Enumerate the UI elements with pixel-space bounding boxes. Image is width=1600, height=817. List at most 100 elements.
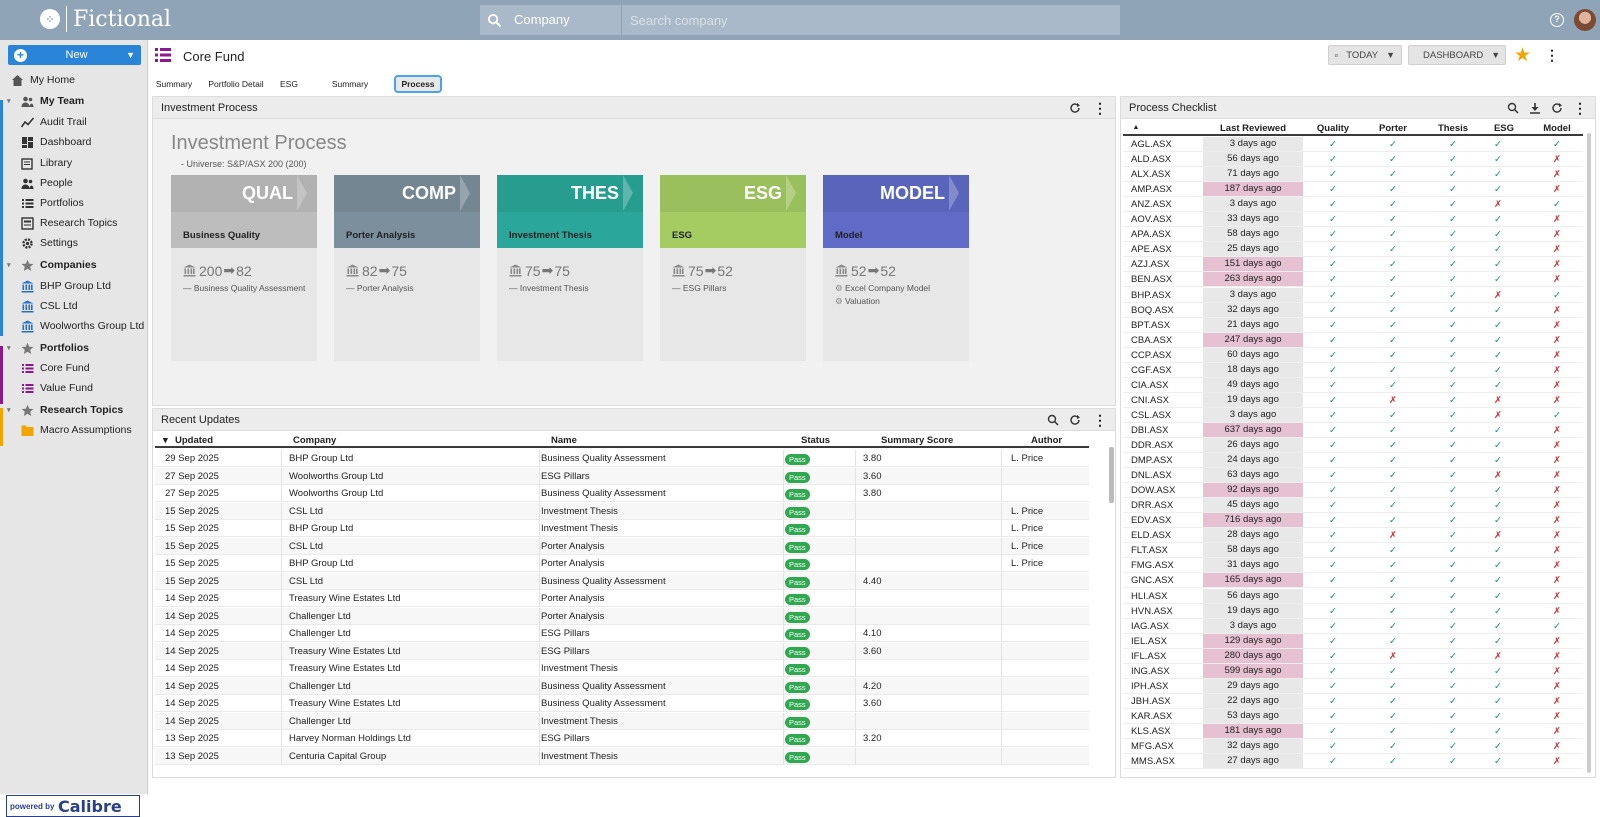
table-row[interactable]: 15 Sep 2025 CSL Ltd Investment Thesis Pass L… (155, 502, 1089, 520)
more-icon[interactable]: ⋮ (1093, 101, 1107, 115)
table-row[interactable]: 14 Sep 2025 Challenger Ltd Business Qualit… (155, 677, 1089, 695)
sidebar-item-portfolios[interactable]: ▾ Portfolios (0, 338, 148, 358)
tab-summary-statistics[interactable]: Summary Statistics (314, 75, 386, 107)
process-stage-card[interactable]: MODEL Model 52 ➡ 52 ⚙ Excel Company Model ⚙ Va… (823, 175, 969, 361)
column-header[interactable]: Thesis (1433, 123, 1473, 134)
table-row[interactable]: 14 Sep 2025 Treasury Wine Estates Ltd Busi… (155, 695, 1089, 712)
column-header[interactable]: Company (293, 435, 336, 446)
sidebar-item-settings[interactable]: Settings (0, 233, 148, 253)
ticker-cell[interactable]: ANZ.ASX (1131, 199, 1172, 210)
table-row[interactable]: 13 Sep 2025 Harvey Norman Holdings Ltd ESG… (155, 730, 1089, 747)
table-row[interactable]: ING.ASX 599 days ago ✓ ✓ ✓ ✓ ✗ (1123, 663, 1583, 679)
ticker-cell[interactable]: DBI.ASX (1131, 425, 1169, 436)
table-row[interactable]: CIA.ASX 49 days ago ✓ ✓ ✓ ✓ ✗ (1123, 377, 1583, 393)
stage-item[interactable]: — Investment Thesis (509, 283, 589, 293)
more-icon[interactable]: ⋮ (1573, 101, 1587, 115)
table-row[interactable]: 14 Sep 2025 Challenger Ltd Investment Thes… (155, 712, 1089, 730)
table-row[interactable]: IEL.ASX 129 days ago ✓ ✓ ✓ ✓ ✗ (1123, 633, 1583, 649)
sidebar-item-macro-assumptions[interactable]: Macro Assumptions (0, 420, 148, 440)
sidebar-item-research-topics[interactable]: Research Topics (0, 213, 148, 233)
table-row[interactable]: CGF.ASX 18 days ago ✓ ✓ ✓ ✓ ✗ (1123, 362, 1583, 378)
table-row[interactable]: 14 Sep 2025 Challenger Ltd Porter Analysis… (155, 607, 1089, 625)
refresh-icon[interactable] (1551, 102, 1563, 114)
help-icon[interactable]: ? (1550, 13, 1564, 27)
sort-desc-icon[interactable]: ▾ (163, 435, 168, 446)
ticker-cell[interactable]: AZJ.ASX (1131, 259, 1170, 270)
table-row[interactable]: AGL.ASX 3 days ago ✓ ✓ ✓ ✓ ✓ (1123, 137, 1583, 152)
ticker-cell[interactable]: HVN.ASX (1131, 606, 1173, 617)
table-row[interactable]: IPH.ASX 29 days ago ✓ ✓ ✓ ✓ ✗ (1123, 678, 1583, 694)
column-header[interactable]: Summary Score (881, 435, 953, 446)
table-row[interactable]: HVN.ASX 19 days ago ✓ ✓ ✓ ✓ ✗ (1123, 603, 1583, 619)
table-row[interactable]: GNC.ASX 165 days ago ✓ ✓ ✓ ✓ ✗ (1123, 573, 1583, 589)
ticker-cell[interactable]: FLT.ASX (1131, 545, 1168, 556)
avatar[interactable] (1574, 9, 1596, 31)
more-icon[interactable]: ⋮ (1545, 48, 1559, 62)
sidebar-item-my-home[interactable]: My Home (0, 70, 148, 90)
table-row[interactable]: CNI.ASX 19 days ago ✓ ✗ ✓ ✗ ✗ (1123, 392, 1583, 408)
sidebar-item-people[interactable]: People (0, 173, 148, 193)
table-row[interactable]: ELD.ASX 28 days ago ✓ ✗ ✓ ✗ ✗ (1123, 528, 1583, 544)
table-row[interactable]: MFG.ASX 32 days ago ✓ ✓ ✓ ✓ ✗ (1123, 739, 1583, 754)
process-stage-card[interactable]: ESG ESG 75 ➡ 52 — ESG Pillars (660, 175, 806, 361)
ticker-cell[interactable]: GNC.ASX (1131, 575, 1174, 586)
sidebar-item-research-topics[interactable]: ▾ Research Topics (0, 400, 148, 420)
more-icon[interactable]: ⋮ (1093, 413, 1107, 427)
ticker-cell[interactable]: IFL.ASX (1131, 651, 1166, 662)
ticker-cell[interactable]: ELD.ASX (1131, 530, 1171, 541)
stage-item[interactable]: ⚙ Valuation (835, 296, 880, 307)
scrollbar[interactable] (1109, 447, 1114, 503)
table-row[interactable]: DMP.ASX 24 days ago ✓ ✓ ✓ ✓ ✗ (1123, 453, 1583, 469)
table-row[interactable]: HLI.ASX 56 days ago ✓ ✓ ✓ ✓ ✗ (1123, 588, 1583, 604)
table-row[interactable]: DOW.ASX 92 days ago ✓ ✓ ✓ ✓ ✗ (1123, 483, 1583, 499)
table-row[interactable]: 15 Sep 2025 CSL Ltd Business Quality Asses… (155, 572, 1089, 590)
ticker-cell[interactable]: BOQ.ASX (1131, 305, 1174, 316)
table-row[interactable]: JBH.ASX 22 days ago ✓ ✓ ✓ ✓ ✗ (1123, 693, 1583, 709)
table-row[interactable]: FLT.ASX 58 days ago ✓ ✓ ✓ ✓ ✗ (1123, 543, 1583, 559)
today-button[interactable]: TODAY ▼ (1328, 45, 1402, 65)
tab-summary[interactable]: Summary (154, 75, 194, 93)
ticker-cell[interactable]: FMG.ASX (1131, 560, 1174, 571)
search-icon[interactable] (1507, 102, 1519, 114)
sidebar-item-bhp-group-ltd[interactable]: BHP Group Ltd (0, 276, 148, 296)
table-row[interactable]: APE.ASX 25 days ago ✓ ✓ ✓ ✓ ✗ (1123, 242, 1583, 258)
ticker-cell[interactable]: IEL.ASX (1131, 636, 1167, 647)
stage-item[interactable]: ⚙ Excel Company Model (835, 283, 930, 294)
ticker-cell[interactable]: JBH.ASX (1131, 696, 1171, 707)
table-row[interactable]: KLS.ASX 181 days ago ✓ ✓ ✓ ✓ ✗ (1123, 723, 1583, 739)
refresh-icon[interactable] (1069, 414, 1081, 426)
ticker-cell[interactable]: BHP.ASX (1131, 290, 1171, 301)
ticker-cell[interactable]: ALD.ASX (1131, 154, 1171, 165)
column-header[interactable]: Status (801, 435, 830, 446)
table-row[interactable]: 13 Sep 2025 Centuria Capital Group Investm… (155, 747, 1089, 765)
column-header[interactable]: Quality (1313, 123, 1353, 134)
sidebar-item-woolworths-group-ltd[interactable]: Woolworths Group Ltd (0, 316, 148, 336)
collapse-icon[interactable]: ▾ (7, 261, 11, 269)
table-row[interactable]: IFL.ASX 280 days ago ✓ ✗ ✓ ✗ ✗ (1123, 648, 1583, 664)
ticker-cell[interactable]: BEN.ASX (1131, 274, 1172, 285)
scrollbar[interactable] (1587, 133, 1591, 773)
process-stage-card[interactable]: THES Investment Thesis 75 ➡ 75 — Investment T… (497, 175, 643, 361)
search-input[interactable] (622, 5, 1120, 35)
collapse-icon[interactable]: ▾ (7, 97, 11, 105)
table-row[interactable]: AMP.ASX 187 days ago ✓ ✓ ✓ ✓ ✗ (1123, 182, 1583, 198)
ticker-cell[interactable]: DDR.ASX (1131, 440, 1173, 451)
new-button[interactable]: + New ▼ (8, 45, 141, 65)
table-row[interactable]: FMG.ASX 31 days ago ✓ ✓ ✓ ✓ ✗ (1123, 558, 1583, 574)
sort-asc-icon[interactable]: ▲ (1131, 124, 1141, 131)
column-header[interactable]: Porter (1373, 123, 1413, 134)
column-header[interactable]: Updated (175, 435, 213, 446)
ticker-cell[interactable]: ALX.ASX (1131, 169, 1171, 180)
sidebar-item-core-fund[interactable]: Core Fund (0, 358, 148, 378)
ticker-cell[interactable]: IPH.ASX (1131, 681, 1169, 692)
ticker-cell[interactable]: HLI.ASX (1131, 591, 1167, 602)
tab-portfolio-detail[interactable]: Portfolio Detail (206, 75, 266, 93)
table-row[interactable]: 27 Sep 2025 Woolworths Group Ltd Business … (155, 485, 1089, 502)
table-row[interactable]: 15 Sep 2025 BHP Group Ltd Investment Thesi… (155, 520, 1089, 537)
ticker-cell[interactable]: DNL.ASX (1131, 470, 1172, 481)
column-header[interactable]: ESG (1489, 123, 1519, 134)
ticker-cell[interactable]: CSL.ASX (1131, 410, 1171, 421)
search-icon[interactable] (480, 5, 508, 35)
table-row[interactable]: DDR.ASX 26 days ago ✓ ✓ ✓ ✓ ✗ (1123, 438, 1583, 453)
column-header[interactable]: Last Reviewed (1203, 123, 1303, 134)
